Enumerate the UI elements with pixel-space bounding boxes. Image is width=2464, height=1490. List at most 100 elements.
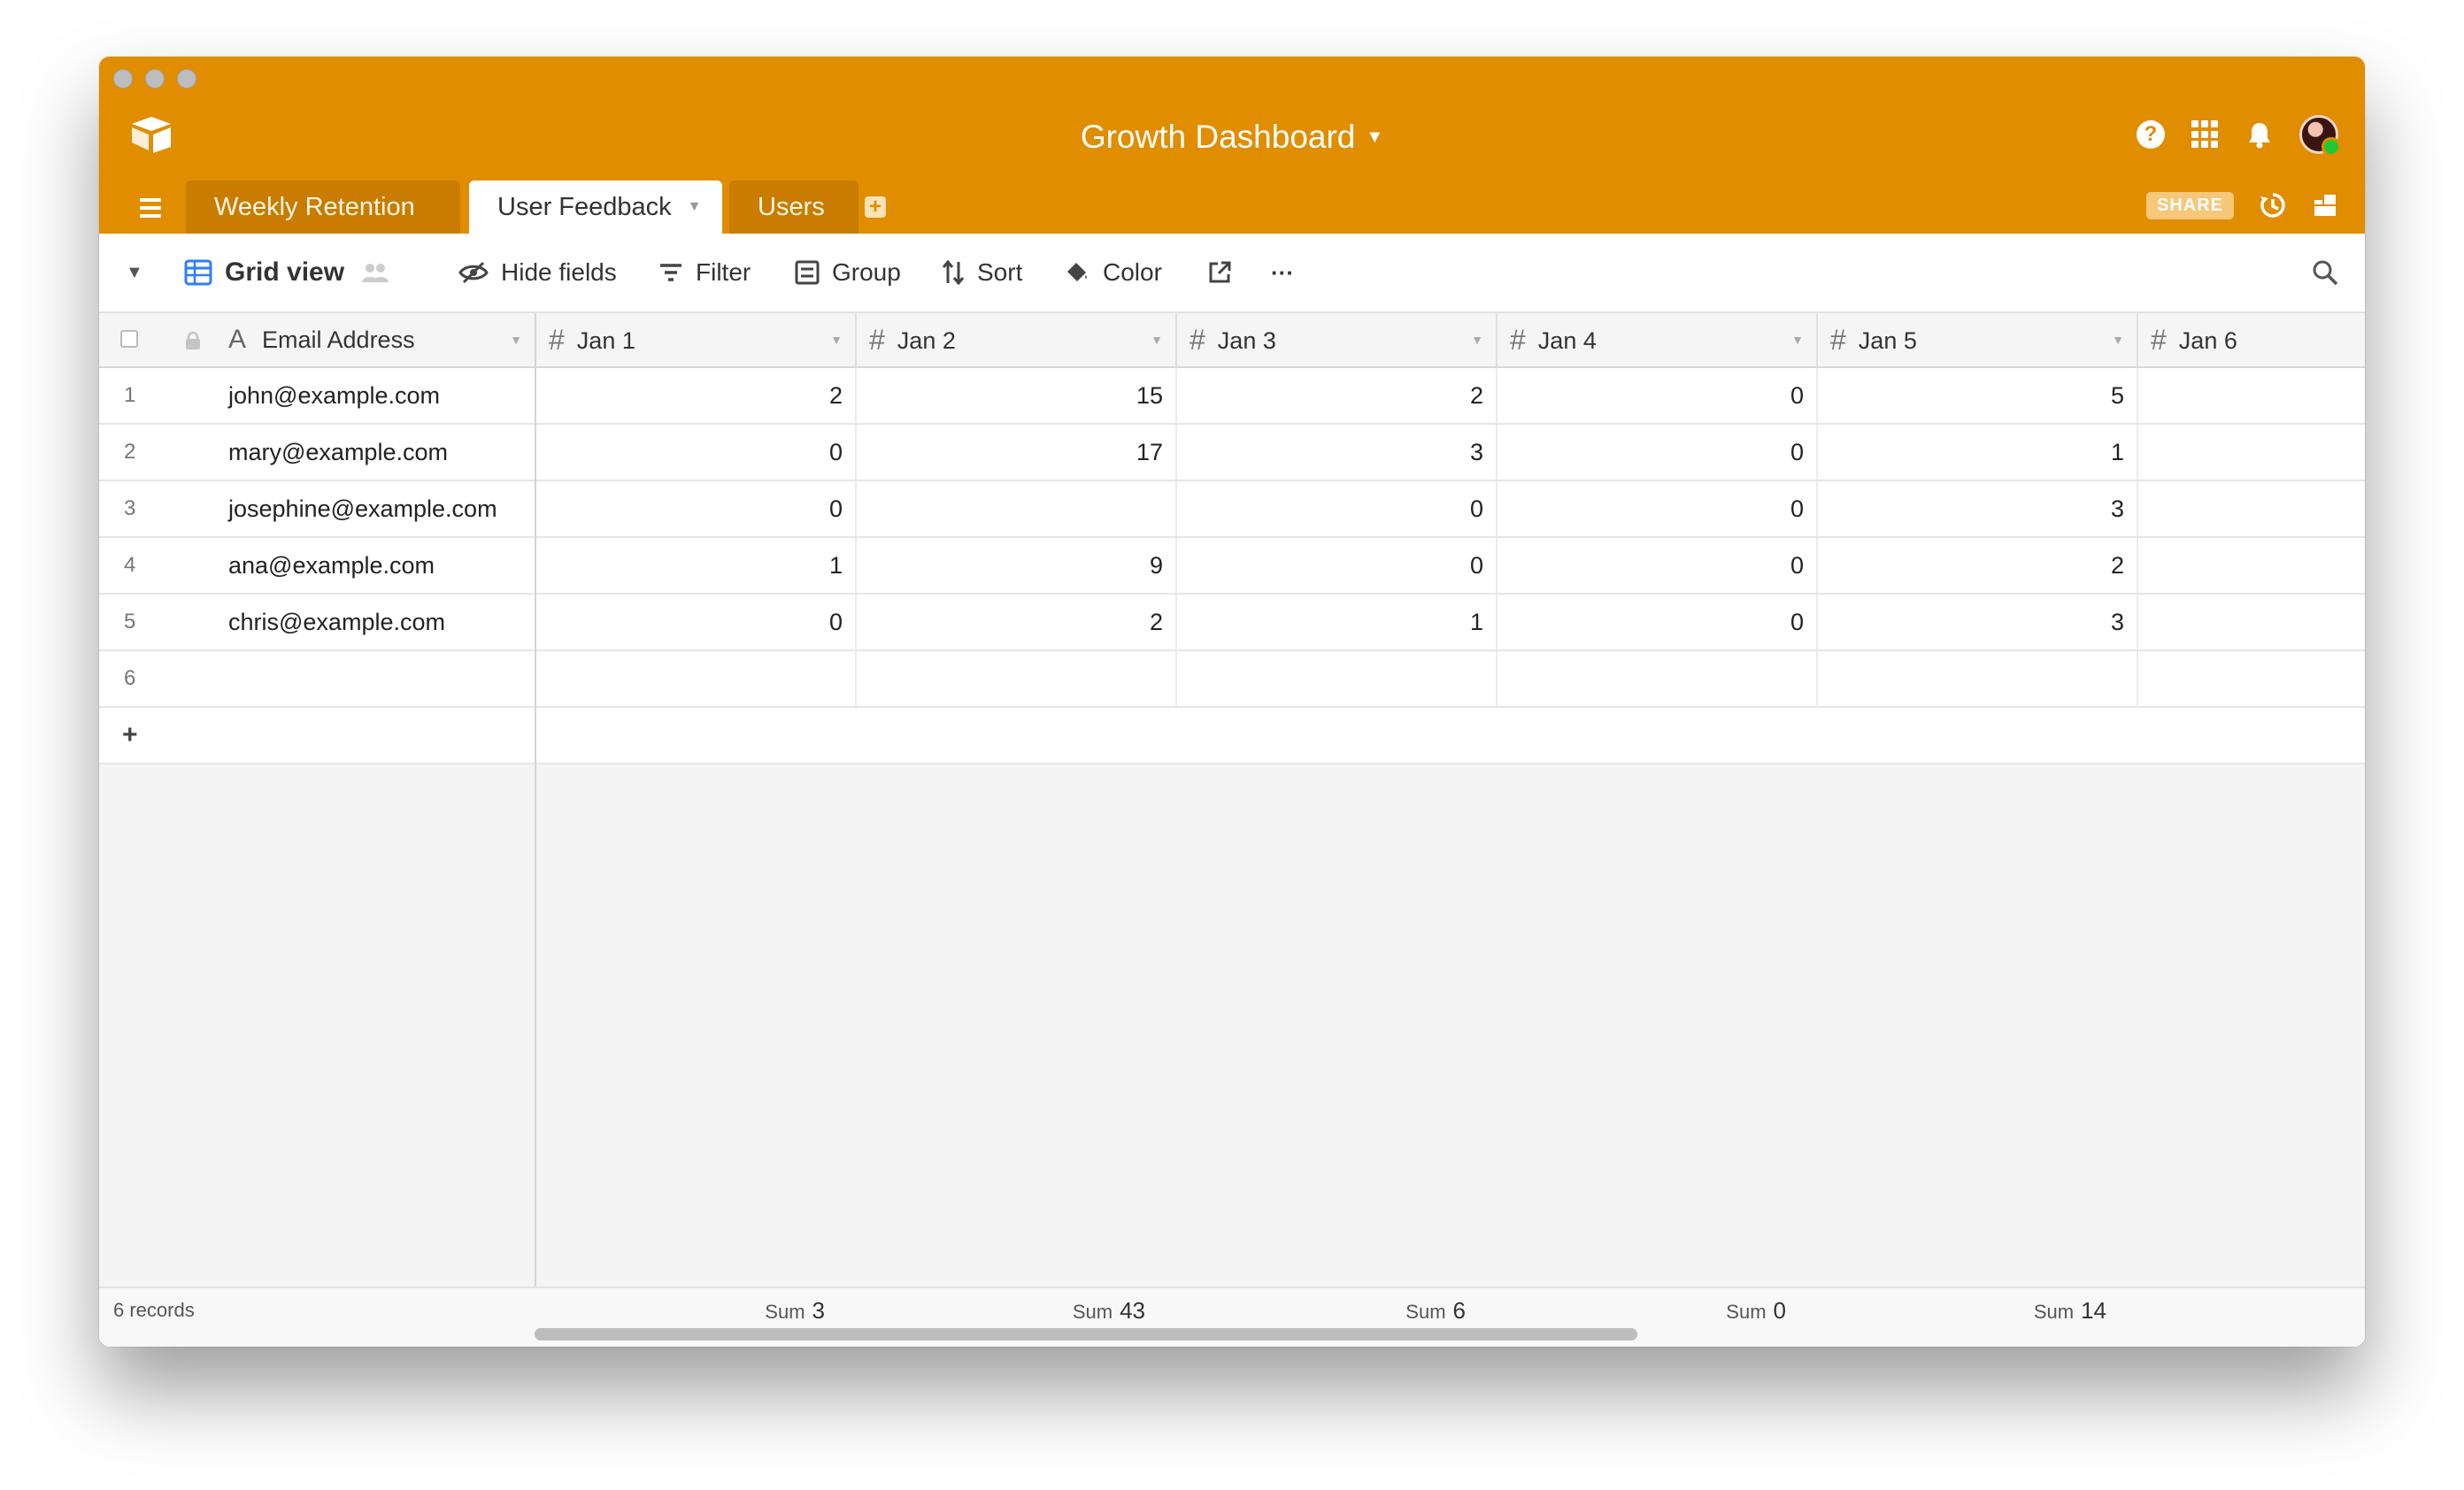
bell-icon[interactable]: [2246, 120, 2273, 149]
jan-1-cell[interactable]: 0: [536, 481, 857, 536]
minimize-window-button[interactable]: [145, 69, 165, 88]
chevron-down-icon: ▼: [510, 333, 522, 347]
summary-jan-1[interactable]: Sum 3: [765, 1297, 825, 1325]
add-record-row[interactable]: +: [99, 708, 2365, 764]
jan-6-cell[interactable]: [2138, 481, 2365, 536]
jan-5-cell[interactable]: 1: [1818, 425, 2138, 480]
jan-2-cell[interactable]: [857, 651, 1177, 706]
summary-bar: 6 records Sum 3 Sum 43 Sum 6 Sum 0 Sum 14: [99, 1286, 2365, 1347]
email-cell[interactable]: john@example.com: [228, 368, 440, 423]
views-sidebar-toggle[interactable]: ▼: [126, 234, 143, 311]
table-tabs: Weekly Retention User Feedback ▼ Users + …: [99, 180, 2365, 234]
summary-jan-2[interactable]: Sum 43: [1073, 1297, 1145, 1325]
jan-3-cell[interactable]: 2: [1177, 368, 1498, 423]
table-row[interactable]: 5 chris@example.com 0 2 1 0 3: [99, 595, 2365, 651]
share-view-button[interactable]: [1207, 234, 1232, 311]
blocks-icon[interactable]: [2312, 192, 2338, 219]
hide-fields-button[interactable]: Hide fields: [458, 234, 617, 311]
jan-4-cell[interactable]: 0: [1498, 425, 1818, 480]
table-row[interactable]: 1 john@example.com 2 15 2 0 5: [99, 368, 2365, 425]
jan-6-cell[interactable]: [2138, 425, 2365, 480]
search-button[interactable]: [2312, 234, 2338, 311]
share-button[interactable]: SHARE: [2145, 191, 2234, 219]
jan-1-cell[interactable]: 2: [536, 368, 857, 423]
menu-icon[interactable]: [140, 198, 161, 218]
online-status-dot: [2322, 137, 2341, 157]
jan-4-cell[interactable]: 0: [1498, 481, 1818, 536]
jan-6-cell[interactable]: [2138, 538, 2365, 593]
tab-users[interactable]: Users: [729, 180, 859, 234]
jan-1-cell[interactable]: 0: [536, 595, 857, 649]
email-cell[interactable]: ana@example.com: [228, 538, 435, 593]
jan-1-cell[interactable]: 1: [536, 538, 857, 593]
jan-3-cell[interactable]: [1177, 651, 1498, 706]
jan-1-cell[interactable]: [536, 651, 857, 706]
table-row[interactable]: 6: [99, 651, 2365, 708]
jan-6-cell[interactable]: [2138, 368, 2365, 423]
column-header-jan-4[interactable]: # Jan 4 ▼: [1498, 313, 1818, 366]
more-options-button[interactable]: ···: [1271, 234, 1294, 311]
tab-weekly-retention[interactable]: Weekly Retention: [186, 180, 460, 234]
jan-4-cell[interactable]: [1498, 651, 1818, 706]
table-row[interactable]: 2 mary@example.com 0 17 3 0 1: [99, 425, 2365, 481]
view-switcher[interactable]: Grid view: [184, 234, 390, 311]
jan-3-cell[interactable]: 1: [1177, 595, 1498, 649]
color-button[interactable]: Color: [1064, 234, 1162, 311]
jan-5-cell[interactable]: 2: [1818, 538, 2138, 593]
top-bar: Growth Dashboard ▼ ? Weekly Retention Use…: [99, 57, 2365, 234]
jan-3-cell[interactable]: 0: [1177, 481, 1498, 536]
jan-6-cell[interactable]: [2138, 595, 2365, 649]
primary-field-name: Email Address: [262, 326, 415, 353]
apps-icon[interactable]: [2191, 120, 2220, 149]
horizontal-scrollbar[interactable]: [535, 1328, 1637, 1340]
jan-1-cell[interactable]: 0: [536, 425, 857, 480]
jan-2-cell[interactable]: 9: [857, 538, 1177, 593]
jan-3-cell[interactable]: 3: [1177, 425, 1498, 480]
close-window-button[interactable]: [113, 69, 133, 88]
zoom-window-button[interactable]: [177, 69, 196, 88]
filter-button[interactable]: Filter: [658, 234, 751, 311]
jan-2-cell[interactable]: 15: [857, 368, 1177, 423]
add-table-icon[interactable]: +: [865, 196, 886, 218]
summary-jan-3[interactable]: Sum 6: [1405, 1297, 1466, 1325]
add-record-icon[interactable]: +: [122, 708, 138, 763]
summary-jan-4[interactable]: Sum 0: [1726, 1297, 1786, 1325]
base-title-button[interactable]: Growth Dashboard ▼: [99, 117, 2365, 157]
sort-button[interactable]: Sort: [942, 234, 1022, 311]
column-header-jan-2[interactable]: # Jan 2 ▼: [857, 313, 1177, 366]
avatar[interactable]: [2299, 115, 2341, 157]
jan-2-cell[interactable]: [857, 481, 1177, 536]
jan-2-cell[interactable]: 2: [857, 595, 1177, 649]
table-row[interactable]: 4 ana@example.com 1 9 0 0 2: [99, 538, 2365, 595]
table-row[interactable]: 3 josephine@example.com 0 0 0 3: [99, 481, 2365, 538]
email-cell[interactable]: chris@example.com: [228, 595, 445, 649]
summary-jan-5[interactable]: Sum 14: [2034, 1297, 2106, 1325]
jan-5-cell[interactable]: 3: [1818, 595, 2138, 649]
jan-5-cell[interactable]: 5: [1818, 368, 2138, 423]
select-all-checkbox[interactable]: [120, 330, 138, 348]
jan-4-cell[interactable]: 0: [1498, 595, 1818, 649]
column-name: Jan 5: [1858, 327, 1917, 354]
jan-4-cell[interactable]: 0: [1498, 538, 1818, 593]
jan-3-cell[interactable]: 0: [1177, 538, 1498, 593]
tab-user-feedback[interactable]: User Feedback ▼: [469, 180, 722, 234]
frozen-column-divider[interactable]: [535, 313, 536, 1347]
jan-2-cell[interactable]: 17: [857, 425, 1177, 480]
help-icon[interactable]: ?: [2137, 120, 2165, 149]
email-cell[interactable]: josephine@example.com: [228, 481, 497, 536]
jan-5-cell[interactable]: [1818, 651, 2138, 706]
group-button[interactable]: Group: [795, 234, 901, 311]
history-icon[interactable]: [2259, 191, 2287, 219]
jan-5-cell[interactable]: 3: [1818, 481, 2138, 536]
jan-6-cell[interactable]: [2138, 651, 2365, 706]
column-header-jan-1[interactable]: # Jan 1 ▼: [536, 313, 857, 366]
hide-fields-label: Hide fields: [501, 258, 617, 286]
column-header-jan-5[interactable]: # Jan 5 ▼: [1818, 313, 2138, 366]
column-header-jan-6[interactable]: # Jan 6: [2138, 313, 2365, 366]
column-name: Jan 6: [2178, 327, 2237, 354]
primary-field-header[interactable]: A Email Address ▼: [99, 313, 536, 366]
jan-4-cell[interactable]: 0: [1498, 368, 1818, 423]
column-header-jan-3[interactable]: # Jan 3 ▼: [1177, 313, 1498, 366]
email-cell[interactable]: mary@example.com: [228, 425, 448, 480]
chevron-down-icon: ▼: [2112, 333, 2124, 347]
